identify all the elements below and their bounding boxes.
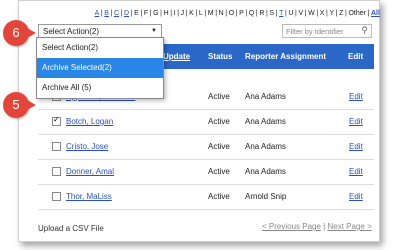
alphabet-letter-f: F	[143, 10, 149, 17]
row-status: Active	[208, 92, 230, 101]
filter-placeholder: Filter by Identifier	[286, 27, 344, 36]
alphabet-letter-i: I	[173, 10, 176, 17]
alphabet-all[interactable]: All	[371, 10, 380, 17]
reporter-name-link[interactable]: Donner, Amal	[66, 167, 114, 176]
table-row: Thor, MaLiss Active Arnold Snip Edit	[38, 184, 374, 210]
row-edit-link[interactable]: Edit	[349, 92, 363, 101]
table-row: Donner, Amal Active Ana Adams Edit	[38, 159, 374, 185]
alphabet-letter-m: M	[207, 10, 214, 17]
alphabet-letter-r: R	[259, 10, 265, 17]
alphabet-letter-q: Q	[248, 10, 255, 17]
row-status: Active	[208, 142, 230, 151]
row-edit-link[interactable]: Edit	[349, 192, 363, 201]
reporter-name-link[interactable]: Botch, Logan	[66, 117, 113, 126]
pagination-separator: |	[323, 222, 326, 231]
alphabet-letter-n: N	[218, 10, 224, 17]
alphabet-letter-z: Z	[339, 10, 344, 17]
row-reporter: Ana Adams	[245, 117, 286, 126]
alphabet-letter-u: U	[288, 10, 294, 17]
row-checkbox[interactable]	[52, 167, 61, 176]
dropdown-option-archive-selected[interactable]: Archive Selected(2)	[37, 58, 163, 78]
action-select[interactable]: Select Action(2) ▼	[38, 24, 162, 38]
column-status: Status	[208, 52, 233, 61]
row-status: Active	[208, 167, 230, 176]
upload-csv-label[interactable]: Upload a CSV File	[38, 224, 104, 233]
filter-input[interactable]: Filter by Identifier ⚲	[282, 24, 372, 38]
row-edit-link[interactable]: Edit	[349, 167, 363, 176]
alphabet-letter-j: J	[180, 10, 185, 17]
alphabet-letter-v: V	[298, 10, 304, 17]
dropdown-option[interactable]: Select Action(2)	[37, 38, 163, 58]
alphabet-letter-e: E	[134, 10, 139, 17]
action-dropdown-menu: Select Action(2) Archive Selected(2) Arc…	[36, 37, 164, 99]
row-checkbox[interactable]	[52, 142, 61, 151]
dropdown-option-archive-all[interactable]: Archive All (5)	[37, 78, 163, 98]
alphabet-letter-g: G	[153, 10, 159, 17]
row-reporter: Ana Adams	[245, 167, 286, 176]
row-reporter: Ana Adams	[245, 92, 286, 101]
alphabet-letter-h: H	[163, 10, 169, 17]
alphabet-other: Other	[348, 10, 366, 17]
table-row: Cristo, Jose Active Ana Adams Edit	[38, 134, 374, 160]
row-checkbox[interactable]	[52, 192, 61, 201]
alphabet-letter-s: S	[269, 10, 275, 17]
row-edit-link[interactable]: Edit	[349, 142, 363, 151]
row-reporter: Ana Adams	[245, 142, 286, 151]
alphabet-letter-k: K	[189, 10, 194, 17]
reporter-name-link[interactable]: Thor, MaLiss	[66, 192, 112, 201]
column-edit: Edit	[348, 52, 364, 61]
pagination: < Previous Page | Next Page >	[262, 222, 372, 231]
table-row: Botch, Logan Active Ana Adams Edit	[38, 109, 374, 135]
column-reporter-assignment: Reporter Assignment	[245, 52, 327, 61]
row-status: Active	[208, 192, 230, 201]
step-badge-6: 6	[3, 20, 36, 46]
row-checkbox[interactable]	[52, 115, 61, 126]
chevron-down-icon: ▼	[151, 28, 157, 34]
alphabet-letter-y: Y	[329, 10, 335, 17]
alphabet-letter-l: L	[198, 10, 203, 17]
column-update[interactable]: Update	[163, 52, 190, 61]
row-edit-link[interactable]: Edit	[349, 117, 363, 126]
action-select-value: Select Action(2)	[43, 27, 100, 36]
alphabet-letter-t[interactable]: T	[279, 10, 283, 17]
previous-page-link[interactable]: < Previous Page	[262, 222, 321, 231]
step-badge-5: 5	[3, 92, 36, 118]
alphabet-letter-x: X	[319, 10, 325, 17]
reporter-name-link[interactable]: Cristo, Jose	[66, 142, 108, 151]
alphabet-letter-p: P	[239, 10, 244, 17]
row-status: Active	[208, 117, 230, 126]
alphabet-filter: A | B | C | D | E | F | G | H | I | J | K | L | M | N | O | P | Q | R | S | T |…	[94, 10, 380, 17]
alphabet-letter-o: O	[228, 10, 235, 17]
alphabet-letter-b[interactable]: B	[104, 10, 109, 17]
search-icon[interactable]: ⚲	[361, 25, 368, 36]
alphabet-letter-d[interactable]: D	[124, 10, 129, 17]
alphabet-letter-a[interactable]: A	[95, 10, 100, 17]
next-page-link[interactable]: Next Page >	[327, 222, 371, 231]
row-reporter: Arnold Snip	[245, 192, 287, 201]
alphabet-letter-w: W	[308, 10, 315, 17]
alphabet-letter-c[interactable]: C	[114, 10, 119, 17]
